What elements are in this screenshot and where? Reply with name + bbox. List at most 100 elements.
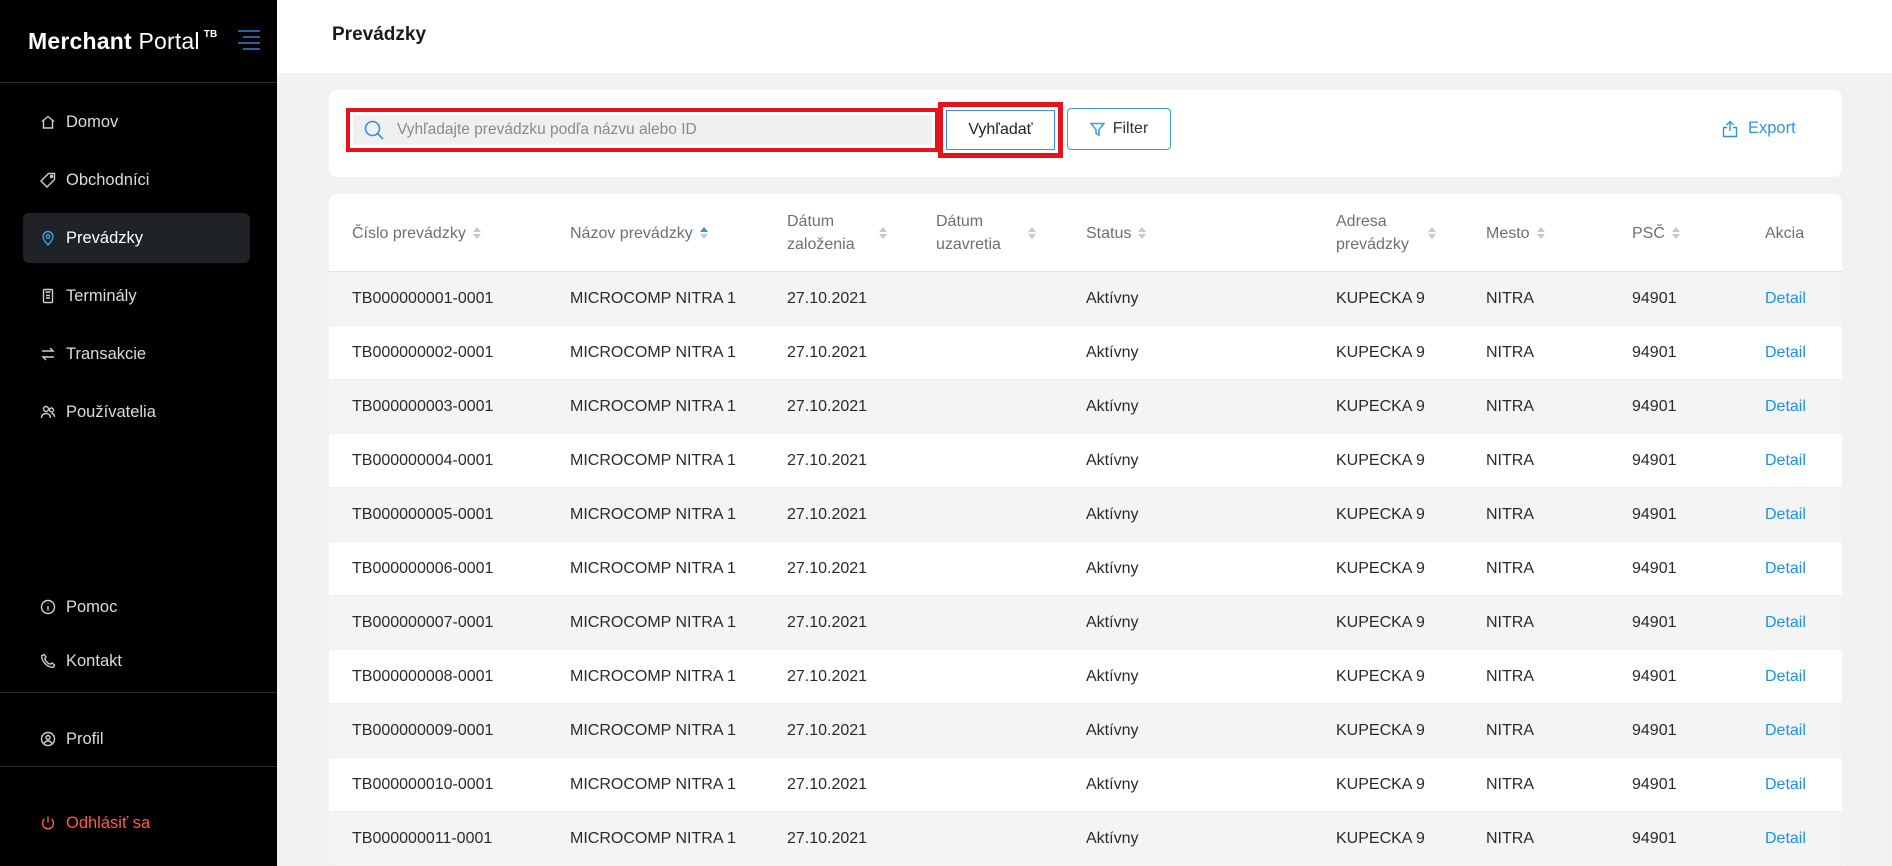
cell-store-number: TB000000004-0001 xyxy=(352,452,494,469)
column-header-store-address[interactable]: Adresa prevádzky xyxy=(1336,194,1446,272)
detail-link[interactable]: Detail xyxy=(1765,596,1806,650)
export-label: Export xyxy=(1748,119,1796,137)
filter-icon xyxy=(1089,122,1105,136)
cell-created-date: 27.10.2021 xyxy=(787,776,868,793)
table-row: TB000000006-0001 MICROCOMP NITRA 1 27.10.2… xyxy=(329,542,1842,596)
sidebar: Merchant Portal TB Domov Obchodníci Prevá… xyxy=(0,0,277,866)
info-icon xyxy=(40,599,56,615)
sidebar-item-obchodnici[interactable]: Obchodníci xyxy=(23,155,250,205)
cell-created-date: 27.10.2021 xyxy=(787,344,868,361)
power-icon xyxy=(40,815,56,831)
logout-button[interactable]: Odhlásiť sa xyxy=(23,798,250,848)
detail-link[interactable]: Detail xyxy=(1765,272,1806,326)
column-header-store-number[interactable]: Číslo prevádzky xyxy=(352,194,522,272)
table-row: TB000000011-0001 MICROCOMP NITRA 1 27.10.2… xyxy=(329,812,1842,866)
cell-store-number: TB000000008-0001 xyxy=(352,668,494,685)
cell-store-name: MICROCOMP NITRA 1 xyxy=(570,290,736,307)
cell-city: NITRA xyxy=(1486,722,1534,739)
sidebar-item-transakcie[interactable]: Transakcie xyxy=(23,329,250,379)
cell-status: Aktívny xyxy=(1086,398,1139,415)
column-header-label: Mesto xyxy=(1486,224,1530,242)
sidebar-item-label: Kontakt xyxy=(66,651,122,670)
page-header: Prevádzky xyxy=(277,0,1892,73)
sort-icon[interactable] xyxy=(1536,227,1545,239)
user-circle-icon xyxy=(40,731,56,747)
detail-link[interactable]: Detail xyxy=(1765,650,1806,704)
cell-store-name: MICROCOMP NITRA 1 xyxy=(570,776,736,793)
cell-created-date: 27.10.2021 xyxy=(787,452,868,469)
filter-button[interactable]: Filter xyxy=(1067,108,1171,150)
table-row: TB000000008-0001 MICROCOMP NITRA 1 27.10.2… xyxy=(329,650,1842,704)
table-row: TB000000005-0001 MICROCOMP NITRA 1 27.10.2… xyxy=(329,488,1842,542)
brand: Merchant Portal TB xyxy=(0,0,277,83)
toolbar: Vyhľadať Filter Export xyxy=(329,90,1842,177)
cell-store-name: MICROCOMP NITRA 1 xyxy=(570,398,736,415)
column-header-created-date[interactable]: Dátum založenia xyxy=(787,194,897,272)
sidebar-item-domov[interactable]: Domov xyxy=(23,97,250,147)
sort-icon[interactable] xyxy=(699,227,708,239)
sidebar-item-profil[interactable]: Profil xyxy=(23,714,250,764)
detail-link[interactable]: Detail xyxy=(1765,380,1806,434)
detail-link[interactable]: Detail xyxy=(1765,434,1806,488)
cell-store-number: TB000000001-0001 xyxy=(352,290,494,307)
detail-link[interactable]: Detail xyxy=(1765,704,1806,758)
sidebar-item-label: Obchodníci xyxy=(66,170,150,189)
cell-store-address: KUPECKA 9 xyxy=(1336,506,1425,523)
cell-city: NITRA xyxy=(1486,344,1534,361)
cell-store-address: KUPECKA 9 xyxy=(1336,344,1425,361)
detail-link[interactable]: Detail xyxy=(1765,758,1806,812)
sidebar-item-pomoc[interactable]: Pomoc xyxy=(23,584,250,630)
cell-city: NITRA xyxy=(1486,614,1534,631)
column-header-city[interactable]: Mesto xyxy=(1486,194,1616,272)
detail-link[interactable]: Detail xyxy=(1765,488,1806,542)
column-header-zip[interactable]: PSČ xyxy=(1632,194,1742,272)
table-row: TB000000001-0001 MICROCOMP NITRA 1 27.10.2… xyxy=(329,272,1842,326)
search-input[interactable] xyxy=(397,121,897,139)
sidebar-item-label: Používatelia xyxy=(66,402,156,421)
sidebar-item-label: Domov xyxy=(66,112,119,131)
stores-table: Číslo prevádzky Názov prevádzky Dátum zalo… xyxy=(329,194,1842,866)
cell-created-date: 27.10.2021 xyxy=(787,668,868,685)
cell-store-number: TB000000003-0001 xyxy=(352,398,494,415)
sidebar-item-prevadzky[interactable]: Prevádzky xyxy=(23,213,250,263)
transfer-icon xyxy=(40,346,56,362)
logout-navigation: Odhlásiť sa xyxy=(0,790,277,848)
search-button[interactable]: Vyhľadať xyxy=(946,110,1055,150)
brand-logo[interactable]: Merchant Portal TB xyxy=(28,28,217,55)
sidebar-item-kontakt[interactable]: Kontakt xyxy=(23,638,250,684)
detail-link[interactable]: Detail xyxy=(1765,812,1806,866)
sort-icon[interactable] xyxy=(1671,227,1680,239)
cell-status: Aktívny xyxy=(1086,830,1139,847)
sidebar-item-label: Prevádzky xyxy=(66,228,144,247)
sort-icon[interactable] xyxy=(472,227,481,239)
column-header-label: Dátum založenia xyxy=(787,213,855,253)
export-button[interactable]: Export xyxy=(1722,119,1796,138)
menu-toggle-icon[interactable] xyxy=(238,30,260,50)
search-field xyxy=(353,115,932,145)
sidebar-item-label: Pomoc xyxy=(66,597,118,616)
profile-navigation: Profil xyxy=(0,706,277,764)
cell-zip: 94901 xyxy=(1632,722,1677,739)
column-header-closed-date[interactable]: Dátum uzavretia xyxy=(936,194,1046,272)
sidebar-item-pouzivatelia[interactable]: Používatelia xyxy=(23,387,250,437)
cell-created-date: 27.10.2021 xyxy=(787,398,868,415)
detail-link[interactable]: Detail xyxy=(1765,326,1806,380)
column-header-store-name[interactable]: Názov prevádzky xyxy=(570,194,760,272)
cell-store-number: TB000000002-0001 xyxy=(352,344,494,361)
column-header-status[interactable]: Status xyxy=(1086,194,1216,272)
sidebar-item-terminaly[interactable]: Terminály xyxy=(23,271,250,321)
sort-icon[interactable] xyxy=(1138,227,1147,239)
sort-icon[interactable] xyxy=(1028,227,1036,239)
terminal-icon xyxy=(40,288,56,304)
cell-zip: 94901 xyxy=(1632,398,1677,415)
cell-store-name: MICROCOMP NITRA 1 xyxy=(570,452,736,469)
cell-store-address: KUPECKA 9 xyxy=(1336,398,1425,415)
column-header-label: Adresa prevádzky xyxy=(1336,213,1409,253)
sort-icon[interactable] xyxy=(1428,227,1436,239)
detail-link[interactable]: Detail xyxy=(1765,542,1806,596)
column-header-label: PSČ xyxy=(1632,224,1665,242)
cell-store-name: MICROCOMP NITRA 1 xyxy=(570,506,736,523)
sort-icon[interactable] xyxy=(879,227,887,239)
cell-store-name: MICROCOMP NITRA 1 xyxy=(570,614,736,631)
cell-store-name: MICROCOMP NITRA 1 xyxy=(570,560,736,577)
